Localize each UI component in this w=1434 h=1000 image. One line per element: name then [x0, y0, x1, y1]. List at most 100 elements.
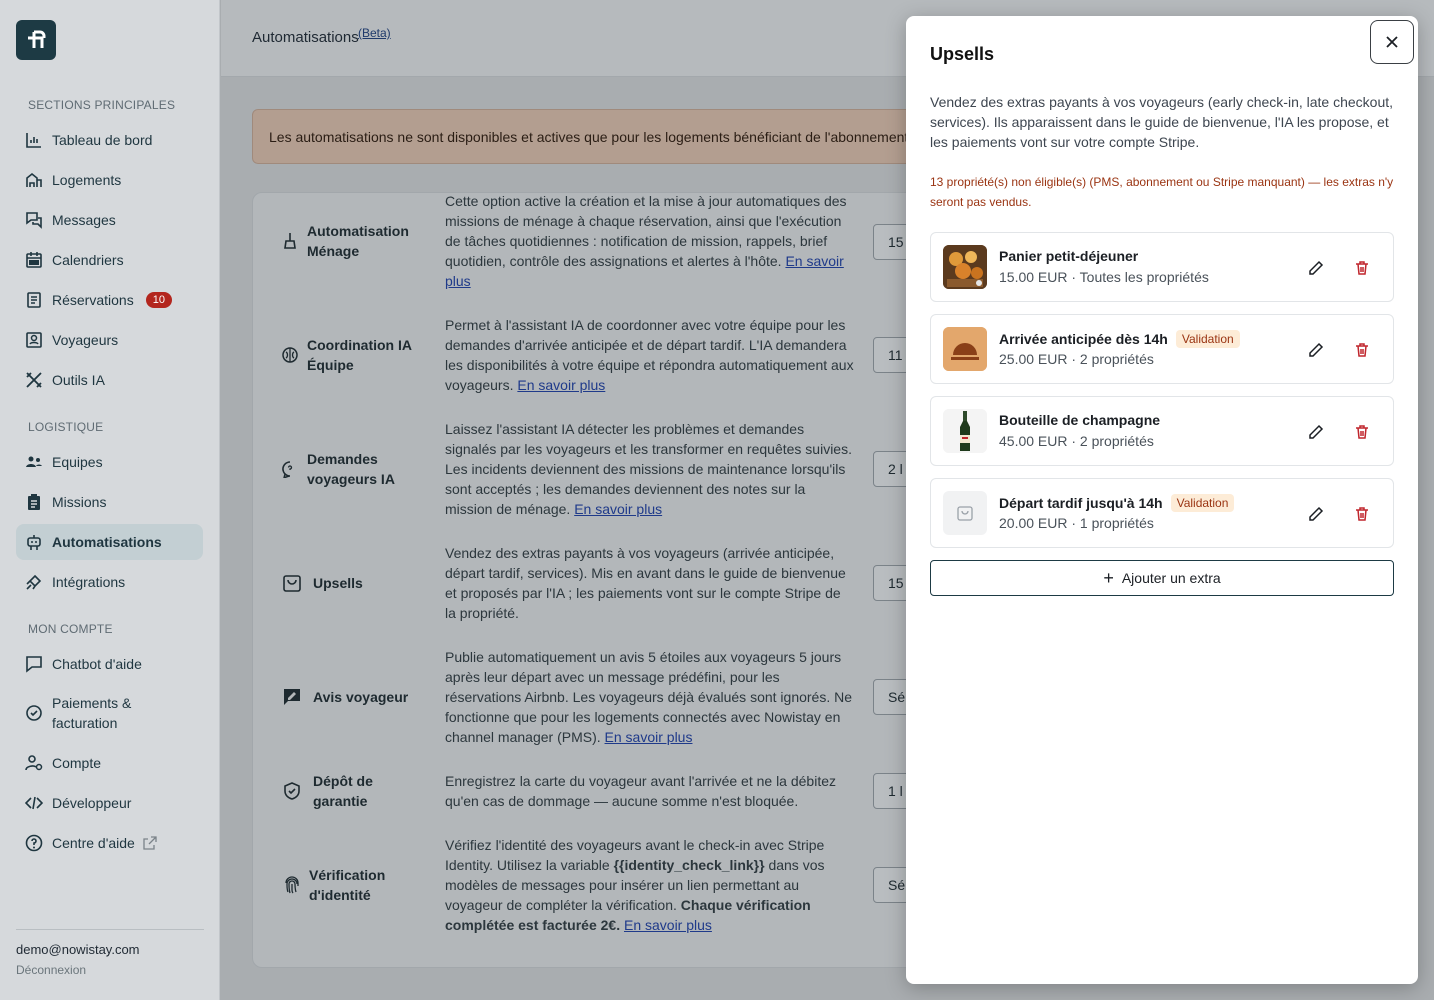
learn-more-link[interactable]: En savoir plus	[574, 501, 662, 517]
brain-icon	[279, 344, 301, 366]
automation-name: Demandes voyageurs IA	[307, 451, 395, 487]
edit-icon[interactable]	[1305, 339, 1327, 361]
modal-title: Upsells	[930, 44, 995, 64]
learn-more-link[interactable]: En savoir plus	[605, 729, 693, 745]
sidebar-item-label: Chatbot d'aide	[52, 656, 142, 672]
automation-description: Permet à l'assistant IA de coordonner av…	[445, 315, 855, 395]
clipboard-icon	[24, 492, 44, 512]
fingerprint-icon	[281, 874, 303, 896]
automation-description: Vérifiez l'identité des voyageurs avant …	[445, 835, 855, 935]
payments-label-line-2: facturation	[52, 715, 118, 731]
sidebar-item-ai-tools[interactable]: Outils IA	[16, 362, 203, 398]
extra-details: 20.00 EUR · 1 propriétés	[999, 515, 1154, 531]
sidebar-item-missions[interactable]: Missions	[16, 484, 203, 520]
sidebar-item-payments[interactable]: Paiements & facturation	[16, 689, 203, 737]
automation-description: Laissez l'assistant IA détecter les prob…	[445, 419, 855, 519]
trash-icon[interactable]	[1351, 339, 1373, 361]
page-title: Automatisations	[252, 29, 359, 46]
extra-name: Arrivée anticipée dès 14h Validation	[999, 330, 1240, 348]
automation-description: Vendez des extras payants à vos voyageur…	[445, 543, 855, 623]
sidebar-item-teams[interactable]: Equipes	[16, 444, 203, 480]
automation-name: Avis voyageur	[313, 689, 409, 705]
eligibility-warning: 13 propriété(s) non éligible(s) (PMS, ab…	[930, 175, 1394, 209]
extra-details: 15.00 EUR · Toutes les propriétés	[999, 269, 1209, 285]
automation-name: Automatisation Ménage	[307, 223, 409, 259]
sidebar-item-chatbot[interactable]: Chatbot d'aide	[16, 646, 203, 682]
chat-question-icon	[279, 458, 301, 480]
modal-description: Vendez des extras payants à vos voyageur…	[930, 94, 1394, 150]
learn-more-link[interactable]: En savoir plus	[517, 377, 605, 393]
review-edit-icon	[281, 686, 303, 708]
extra-card[interactable]: Départ tardif jusqu'à 14h Validation 20.0…	[930, 478, 1394, 548]
automation-description: Publie automatiquement un avis 5 étoiles…	[445, 647, 855, 747]
sidebar-item-label: Voyageurs	[52, 332, 119, 348]
sidebar-item-listings[interactable]: Logements	[16, 162, 203, 198]
sidebar-item-developer[interactable]: Développeur	[16, 785, 203, 821]
extra-name-text: Panier petit-déjeuner	[999, 248, 1139, 264]
sidebar-item-messages[interactable]: Messages	[16, 202, 203, 238]
extra-details: 45.00 EUR · 2 propriétés	[999, 433, 1154, 449]
app-logo[interactable]	[16, 20, 56, 60]
calendar-icon	[24, 250, 44, 270]
champagne-bottle-thumbnail	[943, 409, 987, 453]
beta-link[interactable]: (Beta)	[358, 26, 391, 40]
trash-icon[interactable]	[1351, 503, 1373, 525]
automation-description: Enregistrez la carte du voyageur avant l…	[445, 771, 855, 811]
trash-icon[interactable]	[1351, 421, 1373, 443]
sidebar-item-calendars[interactable]: Calendriers	[16, 242, 203, 278]
sidebar-item-bookings[interactable]: Réservations 10	[16, 282, 203, 318]
extra-name: Départ tardif jusqu'à 14h Validation	[999, 494, 1235, 512]
sidebar-item-guests[interactable]: Voyageurs	[16, 322, 203, 358]
user-settings-icon	[24, 753, 44, 773]
sidebar-divider	[16, 929, 204, 930]
extra-details: 25.00 EUR · 2 propriétés	[999, 351, 1154, 367]
add-extra-button[interactable]: + Ajouter un extra	[930, 560, 1394, 596]
guest-id-icon	[24, 330, 44, 350]
extra-name-text: Départ tardif jusqu'à 14h	[999, 495, 1163, 511]
sidebar-item-label: Paiements & facturation	[52, 693, 131, 733]
extra-card[interactable]: Bouteille de champagne 45.00 EUR · 2 pro…	[930, 396, 1394, 466]
section-title-account: MON COMPTE	[28, 622, 113, 636]
building-icon	[24, 170, 44, 190]
sidebar-item-help-center[interactable]: Centre d'aide	[16, 825, 203, 861]
chat-icon	[24, 654, 44, 674]
edit-icon[interactable]	[1305, 421, 1327, 443]
logout-link[interactable]: Déconnexion	[16, 963, 86, 977]
bag-placeholder-thumbnail	[943, 491, 987, 535]
sidebar-item-label: Logements	[52, 172, 122, 188]
edit-icon[interactable]	[1305, 503, 1327, 525]
sidebar-item-account[interactable]: Compte	[16, 745, 203, 781]
learn-more-link[interactable]: En savoir plus	[624, 917, 712, 933]
validation-badge: Validation	[1170, 494, 1235, 512]
sidebar-item-label: Automatisations	[52, 534, 162, 550]
sidebar-item-label: Développeur	[52, 795, 132, 811]
early-arrival-thumbnail	[943, 327, 987, 371]
extra-name: Bouteille de champagne	[999, 412, 1160, 428]
sidebar-item-label: Messages	[52, 212, 116, 228]
sidebar-item-label: Centre d'aide	[52, 835, 135, 851]
validation-badge: Validation	[1175, 330, 1240, 348]
close-button[interactable]	[1370, 20, 1414, 64]
broom-icon	[279, 230, 301, 252]
description-text: Enregistrez la carte du voyageur avant l…	[445, 773, 837, 809]
help-circle-icon	[24, 833, 44, 853]
sidebar-item-label: Réservations	[52, 292, 134, 308]
breakfast-basket-thumbnail	[943, 245, 987, 289]
section-title-main: SECTIONS PRINCIPALES	[28, 98, 176, 112]
sidebar-item-integrations[interactable]: Intégrations	[16, 564, 203, 600]
shield-check-icon	[281, 780, 303, 802]
extra-card[interactable]: Panier petit-déjeuner 15.00 EUR · Toutes…	[930, 232, 1394, 302]
automation-name: Coordination IA Équipe	[307, 337, 412, 373]
sidebar-item-automations[interactable]: Automatisations	[16, 524, 203, 560]
edit-icon[interactable]	[1305, 257, 1327, 279]
user-email: demo@nowistay.com	[16, 942, 140, 957]
sidebar-item-label: Intégrations	[52, 574, 126, 590]
extra-card[interactable]: Arrivée anticipée dès 14h Validation 25.0…	[930, 314, 1394, 384]
sidebar-item-label: Tableau de bord	[52, 132, 153, 148]
section-title-logistics: LOGISTIQUE	[28, 420, 104, 434]
description-text: Permet à l'assistant IA de coordonner av…	[445, 317, 854, 393]
plug-icon	[24, 572, 44, 592]
bar-chart-icon	[24, 130, 44, 150]
trash-icon[interactable]	[1351, 257, 1373, 279]
sidebar-item-dashboard[interactable]: Tableau de bord	[16, 122, 203, 158]
